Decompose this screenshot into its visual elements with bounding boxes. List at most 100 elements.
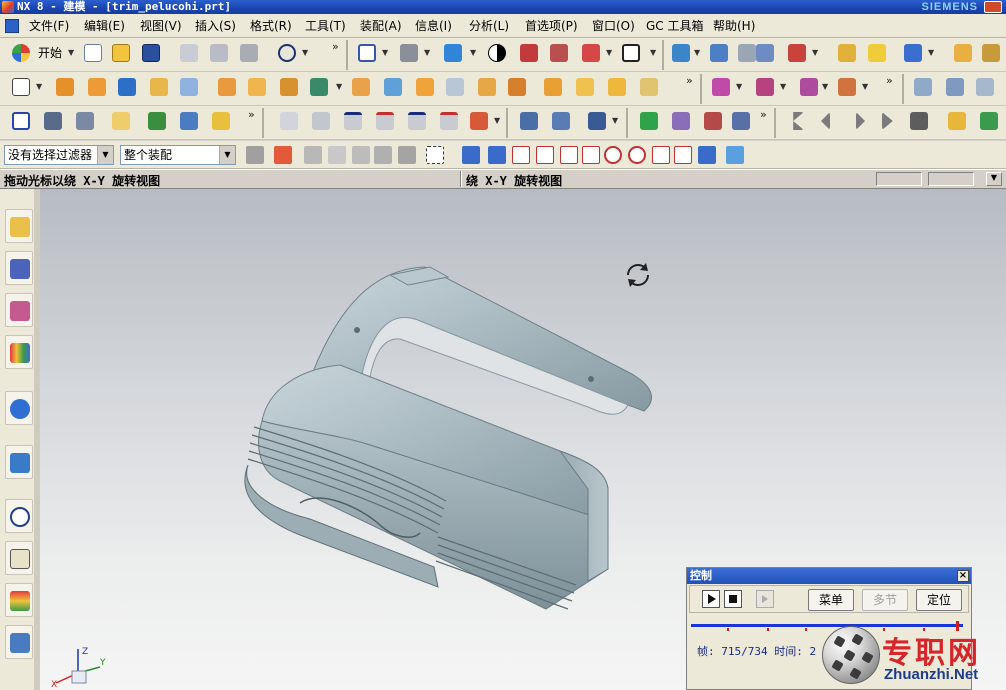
offset-region-button[interactable] <box>340 108 366 134</box>
open-button[interactable] <box>108 40 134 66</box>
bom-button[interactable] <box>668 108 694 134</box>
feature-more-icon[interactable]: » <box>686 74 693 87</box>
background-button[interactable] <box>618 40 644 66</box>
cylinder-button[interactable] <box>516 108 542 134</box>
system-materials-tab[interactable] <box>5 625 33 659</box>
menu-gc-toolbox[interactable]: GC 工具箱 <box>646 18 704 34</box>
window-close-button[interactable] <box>984 1 1002 13</box>
wire-dropdown-icon[interactable]: ▼ <box>612 108 620 134</box>
snap-on-curve-icon[interactable] <box>652 146 670 164</box>
replace-face-button[interactable] <box>372 108 398 134</box>
sync-button[interactable] <box>900 40 926 66</box>
wcs-button[interactable] <box>752 40 778 66</box>
unite-button[interactable] <box>348 74 374 100</box>
start-button[interactable] <box>8 40 34 66</box>
document-icon[interactable] <box>5 19 19 33</box>
assembly-nav-button[interactable] <box>668 40 694 66</box>
select-face-button[interactable] <box>8 108 34 134</box>
position-button[interactable]: 定位 <box>916 589 962 611</box>
edge-blend-button[interactable] <box>442 74 468 100</box>
menu-preferences[interactable]: 首选项(P) <box>525 18 578 34</box>
block-button[interactable] <box>114 74 140 100</box>
delete-feature-button[interactable] <box>796 74 822 100</box>
pattern-button[interactable] <box>214 74 240 100</box>
general-selection-icon[interactable] <box>246 146 264 164</box>
menu-format[interactable]: 格式(R) <box>250 18 292 34</box>
snap-point-icon[interactable] <box>462 146 480 164</box>
spring-button[interactable] <box>548 108 574 134</box>
clock-tab[interactable] <box>5 499 33 533</box>
curve-button[interactable] <box>972 74 998 100</box>
csys-button[interactable] <box>784 40 810 66</box>
last-frame-button[interactable] <box>878 108 904 134</box>
cross-section-button[interactable] <box>466 108 492 134</box>
fit-dropdown-icon[interactable]: ▼ <box>382 40 390 66</box>
stack-button[interactable] <box>40 108 66 134</box>
component-rule-icon[interactable] <box>398 146 416 164</box>
history-palette-tab[interactable] <box>5 445 33 479</box>
assembly-navigator-tab[interactable] <box>5 209 33 243</box>
menu-help[interactable]: 帮助(H) <box>713 18 755 34</box>
menu-file[interactable]: 文件(F) <box>29 18 69 34</box>
prev-frame-button[interactable] <box>808 108 834 134</box>
section-dropdown-icon[interactable]: ▼ <box>606 40 614 66</box>
menu-insert[interactable]: 插入(S) <box>195 18 236 34</box>
clip-section-button[interactable] <box>546 40 572 66</box>
shaded-button[interactable] <box>440 40 466 66</box>
menu-window[interactable]: 窗口(O) <box>592 18 635 34</box>
section-plane-button[interactable] <box>578 40 604 66</box>
measure-button[interactable] <box>950 40 976 66</box>
extrude-button[interactable] <box>52 74 78 100</box>
part-navigator-tab[interactable] <box>5 293 33 327</box>
fit-view-button[interactable] <box>354 40 380 66</box>
through-curves-button[interactable] <box>572 74 598 100</box>
delete-face-button[interactable] <box>436 108 462 134</box>
csys-dropdown-icon[interactable]: ▼ <box>812 40 820 66</box>
snap-mid-icon[interactable] <box>512 146 530 164</box>
multi-step-button[interactable]: 多节 <box>862 589 908 611</box>
sync-dropdown-icon[interactable]: ▼ <box>928 40 936 66</box>
resize-blend-button[interactable] <box>404 108 430 134</box>
draft-face-button[interactable] <box>504 74 530 100</box>
start-dropdown-icon[interactable]: ▼ <box>68 40 76 66</box>
cut-button[interactable] <box>176 40 202 66</box>
edit-more-icon[interactable]: » <box>886 74 893 87</box>
start-label[interactable]: 开始 <box>38 40 62 66</box>
add-component-button[interactable] <box>706 40 732 66</box>
menu-information[interactable]: 信息(I) <box>415 18 452 34</box>
type-filter-select[interactable]: 没有选择过滤器 ▼ <box>4 145 114 165</box>
web-browser-tab[interactable] <box>5 391 33 425</box>
render-style-button[interactable] <box>396 40 422 66</box>
emboss-button[interactable] <box>244 74 270 100</box>
save-button[interactable] <box>138 40 164 66</box>
playback-dropdown-icon[interactable]: ▼ <box>862 74 870 100</box>
sync-more-icon[interactable]: » <box>248 108 255 121</box>
chamfer-button[interactable] <box>474 74 500 100</box>
wire-button[interactable] <box>584 108 610 134</box>
label-button[interactable] <box>108 108 134 134</box>
undo-button[interactable] <box>274 40 300 66</box>
check-mate-button[interactable] <box>636 108 662 134</box>
datum-dropdown-icon[interactable]: ▼ <box>336 74 344 100</box>
reuse-library-tab[interactable] <box>5 335 33 369</box>
feature-playback-button[interactable] <box>834 74 860 100</box>
snap-existing-icon[interactable] <box>628 146 646 164</box>
close-icon[interactable]: × <box>957 570 969 582</box>
first-frame-button[interactable] <box>782 108 808 134</box>
expression-button[interactable] <box>834 40 860 66</box>
curve-rule-icon[interactable] <box>304 146 322 164</box>
paste-button[interactable] <box>236 40 262 66</box>
edit-param-button[interactable] <box>752 74 778 100</box>
boss-button[interactable] <box>176 74 202 100</box>
swept-button[interactable] <box>604 74 630 100</box>
edit-dropdown-icon[interactable]: ▼ <box>780 74 788 100</box>
trim-body-button[interactable] <box>380 74 406 100</box>
snap-end-icon[interactable] <box>488 146 506 164</box>
move-dropdown-icon[interactable]: ▼ <box>736 74 744 100</box>
selection-scope-select[interactable]: 整个装配 ▼ <box>120 145 236 165</box>
next-frame-button[interactable] <box>852 108 878 134</box>
check-button[interactable] <box>144 108 170 134</box>
snap-control-icon[interactable] <box>536 146 554 164</box>
menu-assembly[interactable]: 装配(A) <box>360 18 402 34</box>
menu-analysis[interactable]: 分析(L) <box>469 18 509 34</box>
